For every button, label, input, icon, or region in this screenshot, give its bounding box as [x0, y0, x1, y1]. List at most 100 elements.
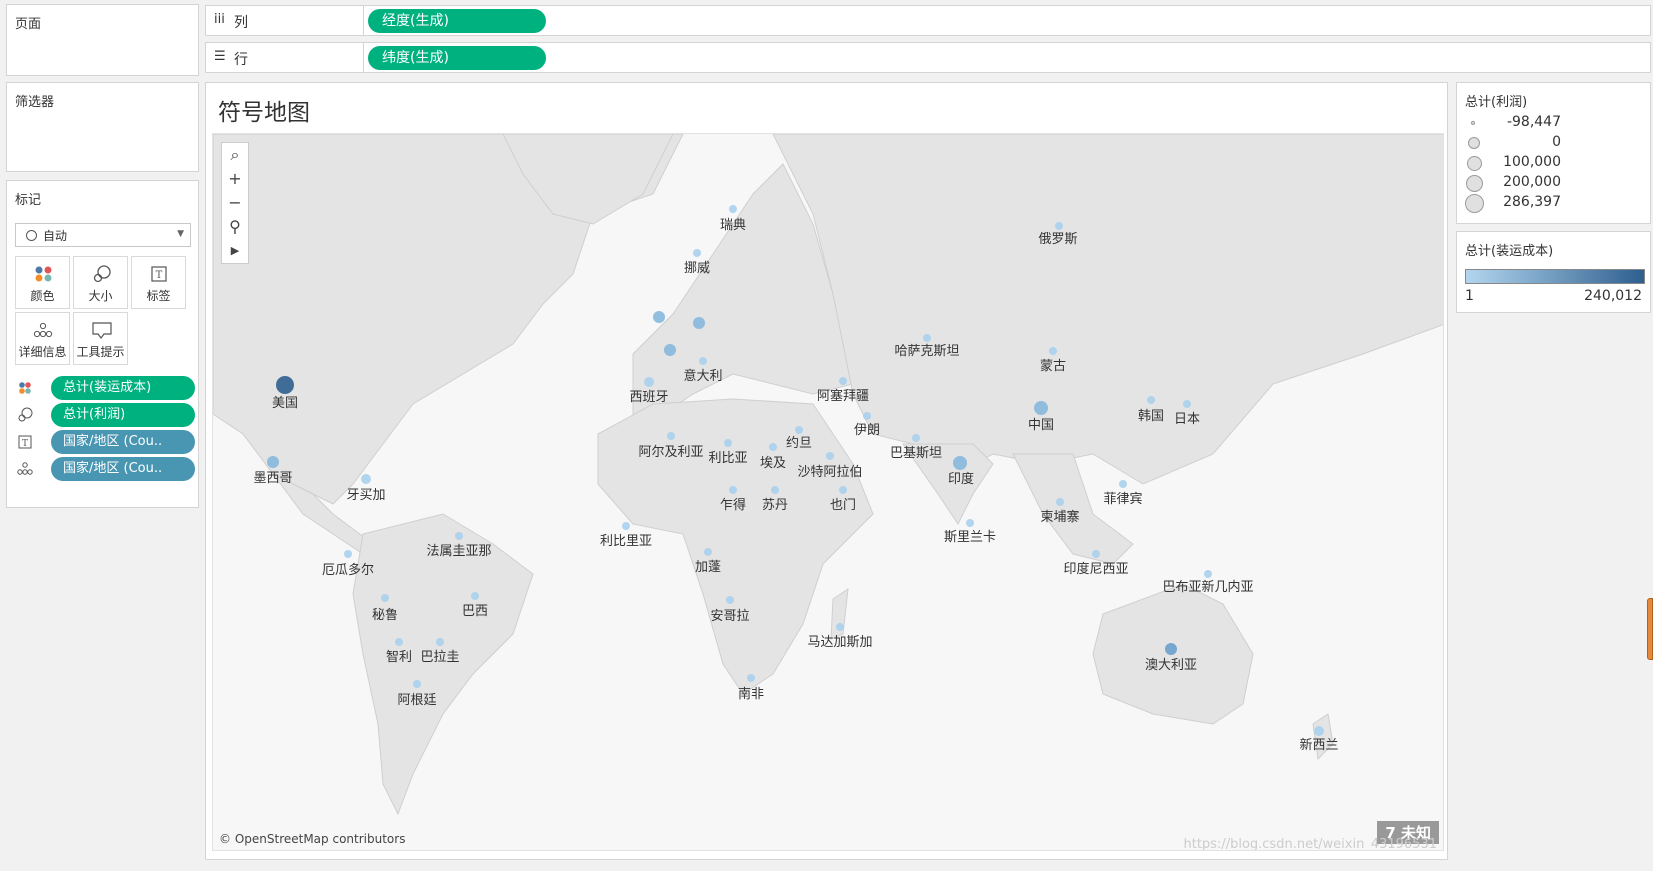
label-button[interactable]: T 标签 [131, 256, 186, 309]
country-mark[interactable] [912, 434, 920, 442]
label-icon: T [18, 435, 32, 449]
profit-legend: 总计(利润) -98,447 0 100,000 200,000 286,397 [1456, 82, 1651, 224]
country-mark[interactable] [724, 439, 732, 447]
filters-card: 筛选器 [6, 82, 199, 172]
country-mark[interactable] [667, 432, 675, 440]
country-mark[interactable] [1165, 643, 1177, 655]
country-detail-pill[interactable]: 国家/地区 (Cou.. [51, 457, 195, 481]
color-button[interactable]: 颜色 [15, 256, 70, 309]
country-mark[interactable] [839, 377, 847, 385]
svg-text:T: T [156, 270, 163, 281]
country-mark[interactable] [771, 486, 779, 494]
country-mark[interactable] [795, 426, 803, 434]
color-icon [35, 266, 52, 282]
country-mark[interactable] [361, 474, 371, 484]
country-mark[interactable] [826, 452, 834, 460]
country-mark[interactable] [1314, 726, 1324, 736]
country-label: 新西兰 [1299, 737, 1338, 753]
color-icon [19, 382, 31, 394]
size-button[interactable]: 大小 [73, 256, 128, 309]
country-mark[interactable] [455, 532, 463, 540]
country-label: 印度 [948, 471, 974, 487]
country-mark[interactable] [622, 522, 630, 530]
search-icon[interactable]: ⌕ [222, 143, 248, 167]
country-label: 厄瓜多尔 [322, 562, 374, 578]
country-mark[interactable] [1092, 550, 1100, 558]
country-mark[interactable] [1183, 400, 1191, 408]
country-mark[interactable] [966, 519, 974, 527]
country-mark[interactable] [747, 674, 755, 682]
watermark: https://blog.csdn.net/weixin_43196531 [1183, 837, 1437, 851]
map-attribution[interactable]: © OpenStreetMap contributors [219, 832, 405, 846]
scroll-handle[interactable] [1647, 598, 1653, 660]
legend-item: 100,000 [1465, 153, 1645, 173]
country-mark[interactable] [836, 623, 844, 631]
country-mark[interactable] [653, 311, 665, 323]
country-mark[interactable] [923, 334, 931, 342]
country-mark[interactable] [1119, 480, 1127, 488]
country-mark[interactable] [1034, 401, 1048, 415]
play-icon[interactable]: ▶ [222, 239, 248, 263]
country-mark[interactable] [436, 638, 444, 646]
country-mark[interactable] [729, 486, 737, 494]
country-mark[interactable] [769, 443, 777, 451]
detail-label: 详细信息 [18, 345, 67, 359]
longitude-pill[interactable]: 经度(生成) [368, 9, 546, 33]
size-dot [1466, 175, 1483, 192]
country-mark[interactable] [699, 357, 707, 365]
country-mark[interactable] [381, 594, 389, 602]
legend-item: 200,000 [1465, 173, 1645, 193]
country-label: 挪威 [684, 261, 710, 276]
country-label: 俄罗斯 [1038, 232, 1077, 247]
country-mark[interactable] [1049, 347, 1057, 355]
detail-button[interactable]: 详细信息 [15, 312, 70, 365]
country-label: 日本 [1174, 412, 1200, 427]
country-mark[interactable] [395, 638, 403, 646]
profit-size-pill[interactable]: 总计(利润) [51, 403, 195, 427]
label-label: 标签 [146, 289, 171, 303]
country-mark[interactable] [726, 596, 734, 604]
country-mark[interactable] [644, 377, 654, 387]
country-mark[interactable] [729, 205, 737, 213]
country-label: 瑞典 [720, 218, 746, 233]
country-label: 约旦 [786, 436, 812, 451]
country-label-pill[interactable]: 国家/地区 (Cou.. [51, 430, 195, 454]
country-mark[interactable] [1055, 222, 1063, 230]
country-mark[interactable] [693, 317, 705, 329]
pin-icon[interactable]: ⚲ [222, 215, 248, 239]
zoom-in-icon[interactable]: + [222, 167, 248, 191]
tooltip-button[interactable]: 工具提示 [73, 312, 128, 365]
country-mark[interactable] [704, 548, 712, 556]
country-label: 利比亚 [708, 451, 747, 466]
country-mark[interactable] [863, 412, 871, 420]
country-label: 加蓬 [695, 560, 721, 575]
profit-legend-title: 总计(利润) [1465, 95, 1528, 110]
symbol-map[interactable]: 瑞典 俄罗斯 挪威 哈萨克斯坦 蒙古 意大利 西班牙 美国 阿塞拜疆 伊朗 中国 韩国 日本 约旦 埃及 阿尔… [212, 133, 1444, 851]
shipping-cost-color-pill[interactable]: 总计(装运成本) [51, 376, 195, 400]
mark-type-dropdown[interactable]: 自动 ▼ [15, 223, 191, 247]
country-mark[interactable] [413, 680, 421, 688]
country-label: 哈萨克斯坦 [894, 344, 959, 359]
country-mark[interactable] [839, 486, 847, 494]
country-mark[interactable] [664, 344, 676, 356]
country-mark[interactable] [276, 376, 294, 394]
marks-title: 标记 [15, 193, 42, 208]
country-label: 阿尔及利亚 [638, 445, 703, 460]
country-mark[interactable] [953, 456, 967, 470]
pages-title: 页面 [15, 17, 42, 32]
country-label: 马达加斯加 [807, 635, 872, 650]
worksheet-view: 符号地图 瑞典 俄罗斯 挪威 哈萨克斯坦 蒙古 意大利 西班牙 美国 阿塞拜疆 伊朗 中国 韩国 日本约… [205, 82, 1448, 860]
country-mark[interactable] [267, 456, 279, 468]
country-mark[interactable] [1147, 396, 1155, 404]
shipping-legend-title: 总计(装运成本) [1465, 244, 1554, 259]
zoom-out-icon[interactable]: − [222, 191, 248, 215]
country-mark[interactable] [1056, 498, 1064, 506]
legend-value: 100,000 [1503, 154, 1561, 170]
country-mark[interactable] [693, 249, 701, 257]
country-mark[interactable] [344, 550, 352, 558]
latitude-pill[interactable]: 纬度(生成) [368, 46, 546, 70]
country-label: 苏丹 [762, 497, 788, 513]
columns-label: 列 [234, 15, 248, 31]
country-mark[interactable] [471, 592, 479, 600]
country-mark[interactable] [1204, 570, 1212, 578]
